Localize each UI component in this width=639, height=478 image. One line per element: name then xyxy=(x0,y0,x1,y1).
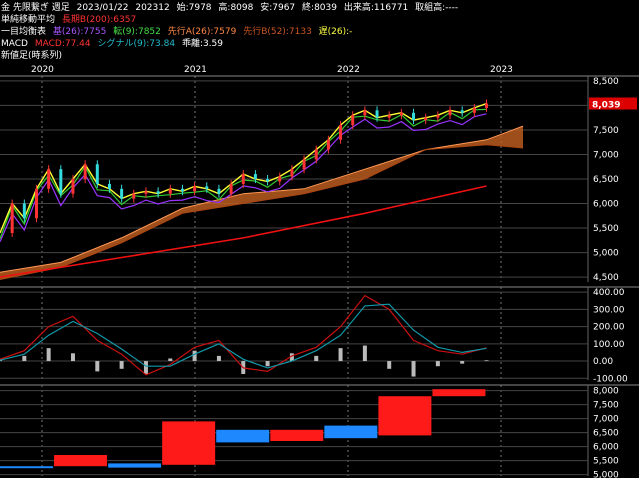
candle-body-34 xyxy=(412,112,416,121)
candle-body-17 xyxy=(205,186,209,189)
candle-body-28 xyxy=(339,125,343,140)
candle-body-39 xyxy=(472,107,476,113)
renko-block-1 xyxy=(54,455,108,467)
x-tick-label-2021: 2021 xyxy=(184,65,207,75)
renko-block-2 xyxy=(108,463,162,468)
candle-body-29 xyxy=(351,115,355,126)
candle-body-38 xyxy=(460,110,464,113)
candle-body-7 xyxy=(83,164,87,179)
candle-body-22 xyxy=(266,179,270,182)
candle-body-40 xyxy=(485,103,489,108)
candle-body-9 xyxy=(107,183,111,189)
macd-histogram-bar-5 xyxy=(119,361,124,369)
x-tick-label-2020: 2020 xyxy=(31,65,54,75)
candle-body-5 xyxy=(59,169,63,194)
macd-histogram-bar-17 xyxy=(411,361,416,377)
candle-body-10 xyxy=(120,188,124,199)
macd-histogram-bar-9 xyxy=(216,355,221,362)
macd-histogram-bar-2 xyxy=(46,348,51,362)
macd-histogram-bar-4 xyxy=(95,361,100,372)
x-tick-label-2022: 2022 xyxy=(337,65,360,75)
candle-body-36 xyxy=(436,115,440,118)
candle-body-3 xyxy=(34,188,38,219)
renko-block-0 xyxy=(0,466,53,469)
macd-y-tick-0: 0.00 xyxy=(593,357,613,367)
macd-histogram-bar-19 xyxy=(460,361,465,364)
candle-body-2 xyxy=(22,203,26,219)
macd-histogram-bar-18 xyxy=(435,361,440,367)
candle-body-26 xyxy=(314,149,318,160)
renko-y-tick-7000: 7,000 xyxy=(593,415,619,425)
candle-body-35 xyxy=(424,117,428,121)
candle-body-15 xyxy=(180,188,184,192)
current-price-label: 8,039 xyxy=(592,101,620,111)
candle-body-25 xyxy=(302,159,306,170)
candle-body-21 xyxy=(253,174,257,179)
candle-body-31 xyxy=(375,110,379,118)
macd-y-tick--100: -100.00 xyxy=(593,374,628,384)
price-y-tick-5500: 5,500 xyxy=(593,224,619,234)
macd-histogram-bar-16 xyxy=(387,361,392,369)
ichimoku-cloud xyxy=(0,126,523,280)
renko-y-tick-8000: 8,000 xyxy=(593,387,619,397)
renko-y-tick-5000: 5,000 xyxy=(593,471,619,478)
renko-block-5 xyxy=(270,429,324,441)
chart-canvas: 2020 2021 2022 2023 4,500 5,000 5,500 6,000 6,50… xyxy=(0,65,639,478)
renko-block-7 xyxy=(378,396,432,436)
candle-body-27 xyxy=(326,139,330,150)
macd-y-tick-300: 300.00 xyxy=(593,305,625,315)
candle-body-1 xyxy=(10,203,14,233)
renko-block-8 xyxy=(432,389,486,397)
renko-y-tick-7500: 7,500 xyxy=(593,401,619,411)
candle-body-13 xyxy=(156,191,160,194)
macd-y-tick-400: 400.00 xyxy=(593,288,625,298)
candle-body-4 xyxy=(47,169,51,189)
macd-y-tick-100: 100.00 xyxy=(593,340,625,350)
candle-body-37 xyxy=(448,110,452,116)
renko-block-6 xyxy=(324,425,378,439)
renko-y-tick-6500: 6,500 xyxy=(593,429,619,439)
macd-histogram-bar-1 xyxy=(22,355,27,362)
candle-body-32 xyxy=(387,115,391,118)
price-y-tick-6500: 6,500 xyxy=(593,175,619,185)
price-y-tick-7000: 7,000 xyxy=(593,150,619,160)
price-y-tick-7500: 7,500 xyxy=(593,126,619,136)
candle-body-19 xyxy=(229,183,233,194)
renko-y-tick-5500: 5,500 xyxy=(593,457,619,467)
price-y-tick-5000: 5,000 xyxy=(593,249,619,259)
candle-body-16 xyxy=(193,186,197,192)
renko-y-tick-6000: 6,000 xyxy=(593,443,619,453)
candle-body-33 xyxy=(399,112,403,116)
candle-body-8 xyxy=(95,164,99,184)
renko-block-3 xyxy=(162,421,216,465)
price-y-tick-4500: 4,500 xyxy=(593,273,619,283)
x-tick-label-2023: 2023 xyxy=(490,65,513,75)
candle-body-20 xyxy=(241,174,245,184)
macd-y-tick-200: 200.00 xyxy=(593,323,625,333)
candle-body-30 xyxy=(363,110,367,116)
price-y-tick-8500: 8,500 xyxy=(593,77,619,87)
candle-body-12 xyxy=(144,191,148,194)
candle-body-23 xyxy=(278,176,282,182)
macd-histogram-bar-14 xyxy=(338,348,343,362)
macd-histogram-bar-11 xyxy=(265,361,270,367)
candle-body-18 xyxy=(217,188,221,194)
candle-body-11 xyxy=(132,193,136,199)
macd-histogram-bar-7 xyxy=(168,358,173,362)
candle-body-24 xyxy=(290,169,294,177)
renko-block-4 xyxy=(216,429,270,443)
price-y-tick-6000: 6,000 xyxy=(593,200,619,210)
macd-histogram-bar-20 xyxy=(484,360,489,362)
macd-histogram-bar-13 xyxy=(314,355,319,362)
macd-histogram-bar-8 xyxy=(192,350,197,362)
candle-body-6 xyxy=(71,179,75,194)
candle-body-14 xyxy=(168,188,172,194)
macd-histogram-bar-6 xyxy=(143,361,148,374)
macd-histogram-bar-15 xyxy=(362,345,367,362)
macd-histogram-bar-3 xyxy=(70,353,75,362)
